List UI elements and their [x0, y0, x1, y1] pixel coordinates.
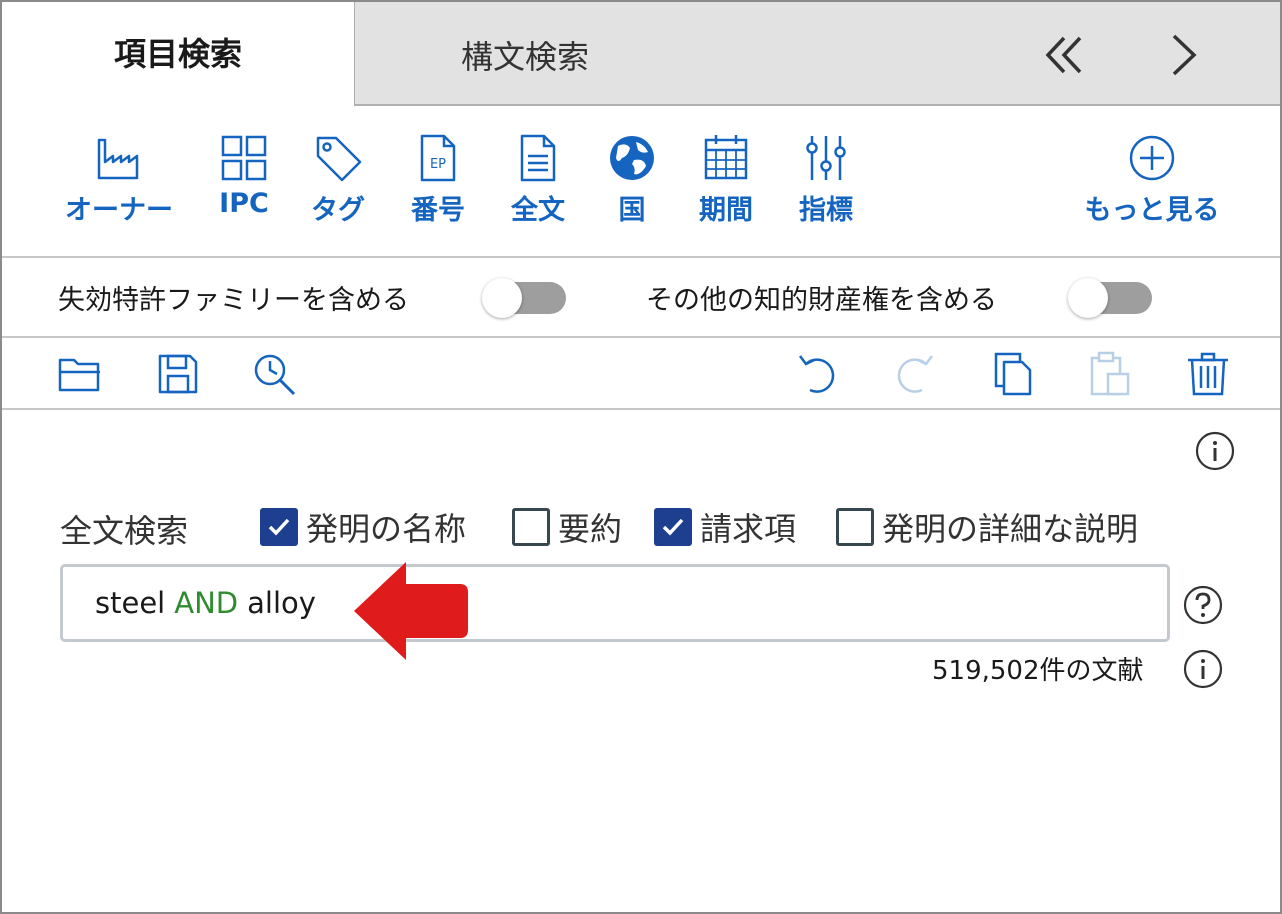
toolbar-fulltext-label: 全文: [511, 195, 565, 226]
toolbar-number-label: 番号: [411, 195, 465, 226]
save-icon[interactable]: [154, 350, 202, 398]
svg-text:EP: EP: [430, 157, 446, 172]
checkbox-description-label: 発明の詳細な説明: [882, 510, 1139, 548]
checkbox-abstract[interactable]: 要約: [512, 504, 622, 550]
checkbox-abstract-box[interactable]: [512, 508, 550, 546]
toolbar-period-label: 期間: [699, 195, 753, 226]
other-ip-toggle[interactable]: [1068, 278, 1152, 318]
expired-family-label: 失効特許ファミリーを含める: [58, 285, 409, 316]
checkbox-title-box[interactable]: [260, 508, 298, 546]
folder-open-icon[interactable]: [56, 350, 104, 398]
checkbox-title-label: 発明の名称: [306, 510, 467, 548]
checkbox-claims-box[interactable]: [654, 508, 692, 546]
checkbox-title[interactable]: 発明の名称: [260, 504, 466, 550]
checkbox-abstract-label: 要約: [558, 510, 623, 548]
tab-bar: 項目検索 構文検索: [2, 2, 1280, 106]
filter-toolbar: オーナー IPC タグ EP 番号 全文 国 期間 指標 もっと見る: [2, 106, 1280, 258]
tab-syntax-search[interactable]: 構文検索: [354, 2, 1280, 106]
checkmark-icon: [662, 518, 684, 536]
toolbar-ipc-label: IPC: [219, 188, 269, 219]
redo-icon[interactable]: [890, 350, 938, 398]
toolbar-country-button[interactable]: 国: [602, 132, 662, 227]
chevron-right-icon[interactable]: [1162, 32, 1208, 78]
fulltext-query-input[interactable]: steel AND alloy: [60, 564, 1170, 642]
search-history-icon[interactable]: [250, 350, 298, 398]
document-text-icon: [520, 134, 556, 182]
query-term-2: alloy: [247, 586, 316, 620]
double-chevron-left-icon[interactable]: [1042, 32, 1088, 78]
copy-icon[interactable]: [990, 350, 1038, 398]
fulltext-search-label: 全文検索: [60, 512, 189, 550]
toolbar-number-button[interactable]: EP 番号: [406, 132, 470, 227]
more-button[interactable]: もっと見る: [1074, 132, 1230, 227]
query-operator: AND: [174, 586, 239, 620]
toolbar-period-button[interactable]: 期間: [694, 132, 758, 227]
calendar-icon: [704, 135, 748, 180]
sliders-icon: [806, 136, 846, 180]
globe-icon: [610, 136, 654, 180]
tab-syntax-search-label: 構文検索: [461, 38, 590, 76]
toolbar-ipc-button[interactable]: IPC: [214, 132, 274, 219]
checkbox-claims[interactable]: 請求項: [654, 504, 796, 550]
tab-field-search[interactable]: 項目検索: [2, 2, 354, 106]
search-panel: 項目検索 構文検索 オーナー IPC タグ EP 番号 全文 国 期間 指標 も…: [0, 0, 1282, 914]
action-toolbar: [2, 338, 1280, 410]
result-count: 519,502件の文献: [932, 656, 1144, 686]
toolbar-indicator-button[interactable]: 指標: [794, 132, 858, 227]
options-row: 失効特許ファミリーを含める その他の知的財産権を含める: [2, 258, 1280, 338]
factory-icon: [97, 138, 139, 180]
tag-icon: [316, 136, 362, 182]
help-icon[interactable]: [1182, 584, 1224, 626]
toolbar-tag-label: タグ: [311, 195, 365, 226]
undo-icon[interactable]: [794, 350, 842, 398]
more-label: もっと見る: [1084, 195, 1220, 226]
info-icon[interactable]: [1194, 430, 1236, 472]
toolbar-owner-label: オーナー: [65, 195, 173, 226]
result-info-icon[interactable]: [1182, 648, 1224, 690]
other-ip-label: その他の知的財産権を含める: [646, 285, 997, 316]
expired-family-toggle[interactable]: [482, 278, 566, 318]
toolbar-indicator-label: 指標: [799, 195, 853, 226]
paste-icon[interactable]: [1086, 350, 1134, 398]
grid-icon: [221, 135, 267, 181]
toolbar-fulltext-button[interactable]: 全文: [506, 132, 570, 227]
query-term-1: steel: [95, 586, 166, 620]
plus-circle-icon: [1129, 135, 1175, 181]
ep-document-icon: EP: [420, 134, 456, 182]
red-arrow-pointer-icon: [354, 562, 468, 660]
toolbar-tag-button[interactable]: タグ: [306, 132, 370, 227]
toolbar-country-label: 国: [618, 195, 646, 226]
toolbar-owner-button[interactable]: オーナー: [58, 132, 180, 227]
checkbox-claims-label: 請求項: [700, 510, 797, 548]
checkbox-description-box[interactable]: [836, 508, 874, 546]
trash-icon[interactable]: [1184, 350, 1232, 398]
checkbox-description[interactable]: 発明の詳細な説明: [836, 504, 1138, 550]
checkmark-icon: [268, 518, 290, 536]
